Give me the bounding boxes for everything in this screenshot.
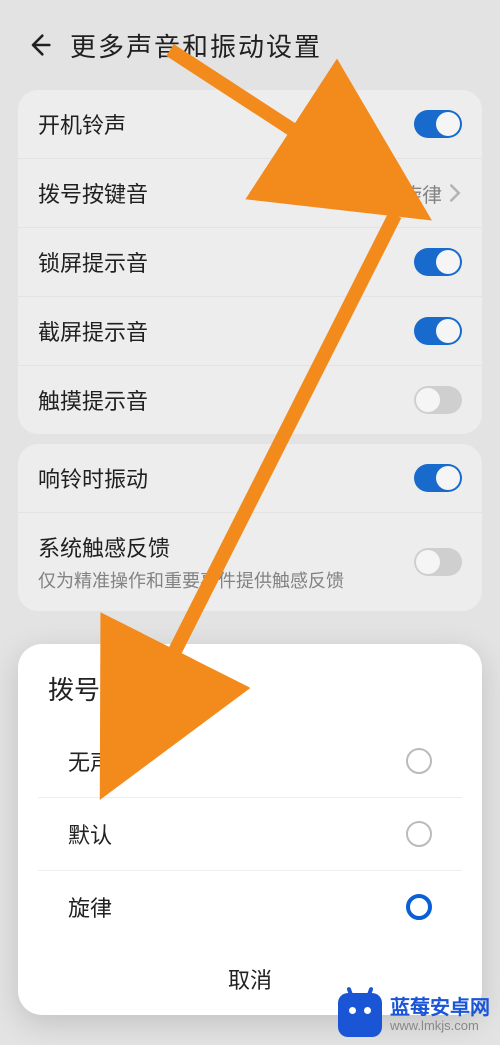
row-label: 开机铃声 <box>38 108 126 140</box>
dial-keytone-sheet: 拨号按键音 无声 默认 旋律 取消 <box>18 644 482 1015</box>
row-label: 锁屏提示音 <box>38 246 148 278</box>
watermark-name: 蓝莓安卓网 <box>390 997 490 1019</box>
page-title: 更多声音和振动设置 <box>70 27 322 64</box>
watermark-url: www.lmkjs.com <box>390 1019 490 1033</box>
header: 更多声音和振动设置 <box>0 0 500 80</box>
toggle-haptic-feedback[interactable] <box>414 548 462 576</box>
chevron-right-icon <box>448 183 462 203</box>
row-label: 触摸提示音 <box>38 384 148 416</box>
row-sublabel: 仅为精准操作和重要事件提供触感反馈 <box>38 567 344 593</box>
row-lockscreen-sound[interactable]: 锁屏提示音 <box>18 228 482 297</box>
option-label: 旋律 <box>68 891 112 923</box>
toggle-touch-sound[interactable] <box>414 386 462 414</box>
option-label: 无声 <box>68 745 112 777</box>
row-label: 响铃时振动 <box>38 462 148 494</box>
option-default[interactable]: 默认 <box>38 798 462 871</box>
toggle-boot-ringtone[interactable] <box>414 110 462 138</box>
toggle-screenshot-sound[interactable] <box>414 317 462 345</box>
row-label: 截屏提示音 <box>38 315 148 347</box>
watermark: 蓝莓安卓网 www.lmkjs.com <box>338 993 490 1037</box>
radio-unchecked-icon <box>406 748 432 774</box>
row-label: 系统触感反馈 <box>38 531 344 563</box>
option-silent[interactable]: 无声 <box>38 725 462 798</box>
settings-card-1: 开机铃声 拨号按键音 旋律 锁屏提示音 截屏提示音 触摸提示音 <box>18 90 482 434</box>
row-touch-sound[interactable]: 触摸提示音 <box>18 366 482 434</box>
watermark-logo-icon <box>338 993 382 1037</box>
row-label: 拨号按键音 <box>38 177 148 209</box>
toggle-lockscreen-sound[interactable] <box>414 248 462 276</box>
toggle-vibrate-on-ring[interactable] <box>414 464 462 492</box>
row-haptic-feedback[interactable]: 系统触感反馈 仅为精准操作和重要事件提供触感反馈 <box>18 513 482 611</box>
option-label: 默认 <box>68 818 112 850</box>
radio-checked-icon <box>406 894 432 920</box>
row-screenshot-sound[interactable]: 截屏提示音 <box>18 297 482 366</box>
row-dial-keytone[interactable]: 拨号按键音 旋律 <box>18 159 482 228</box>
row-value: 旋律 <box>402 179 442 208</box>
settings-card-2: 响铃时振动 系统触感反馈 仅为精准操作和重要事件提供触感反馈 <box>18 444 482 611</box>
radio-unchecked-icon <box>406 821 432 847</box>
back-button[interactable] <box>20 25 60 65</box>
arrow-left-icon <box>26 31 54 59</box>
row-boot-ringtone[interactable]: 开机铃声 <box>18 90 482 159</box>
option-melody[interactable]: 旋律 <box>38 871 462 943</box>
row-vibrate-on-ring[interactable]: 响铃时振动 <box>18 444 482 513</box>
sheet-title: 拨号按键音 <box>18 670 482 725</box>
